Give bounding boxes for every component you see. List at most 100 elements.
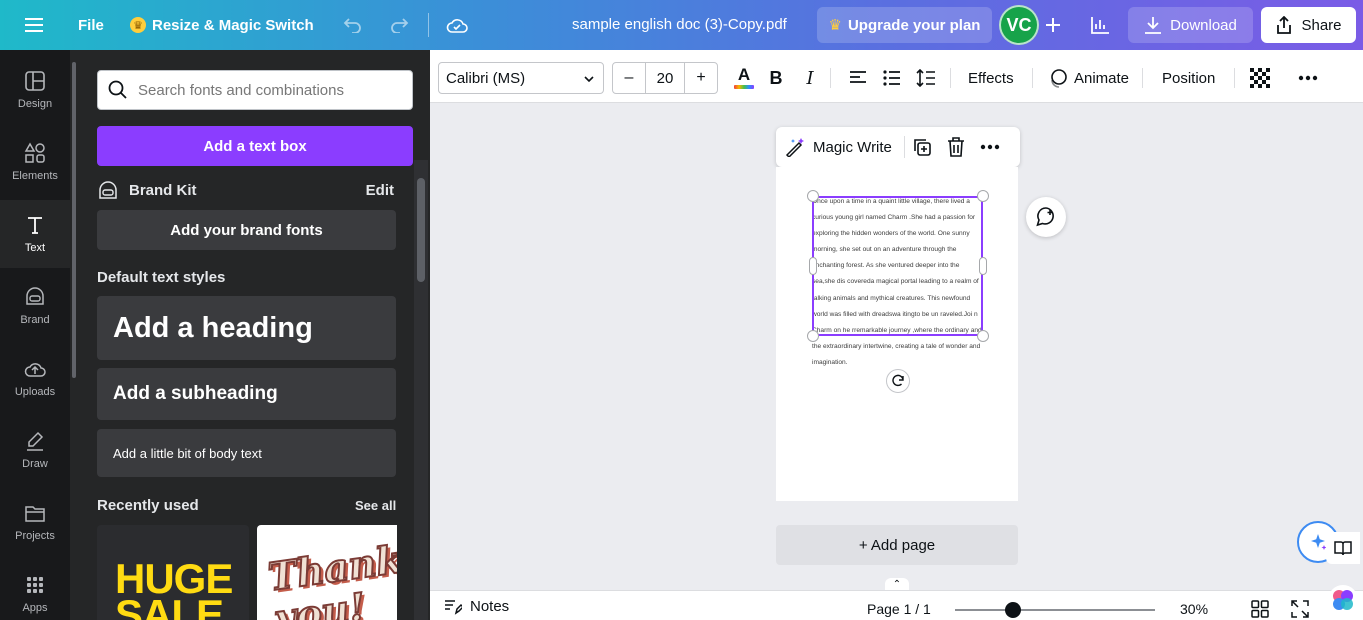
book-icon[interactable] xyxy=(1326,532,1360,564)
font-search-input[interactable] xyxy=(138,81,398,99)
topbar-divider xyxy=(428,13,429,37)
cloud-saved-icon[interactable] xyxy=(439,7,475,43)
recently-used-heading: Recently used xyxy=(97,497,199,514)
page-indicator[interactable]: Page 1 / 1 xyxy=(867,601,931,617)
brand-kit-row: Brand Kit Edit xyxy=(97,178,397,202)
effects-button[interactable]: Effects xyxy=(960,62,1022,94)
scrollbar-thumb[interactable] xyxy=(417,178,425,282)
delete-icon[interactable] xyxy=(939,137,973,157)
font-family-value: Calibri (MS) xyxy=(446,69,526,87)
line-spacing-icon[interactable] xyxy=(912,62,940,94)
rail-label: Text xyxy=(24,242,46,254)
add-comment-icon[interactable] xyxy=(1026,197,1066,237)
chevron-right-icon[interactable]: › xyxy=(380,588,402,612)
rail-item-brand[interactable]: Brand xyxy=(0,272,70,340)
crown-icon: ♛ xyxy=(828,17,842,34)
chevron-down-icon xyxy=(584,76,594,83)
resize-handle[interactable] xyxy=(977,190,989,202)
font-family-dropdown[interactable]: Calibri (MS) xyxy=(438,62,604,94)
search-icon xyxy=(108,80,127,99)
magic-write-button[interactable]: Magic Write xyxy=(776,137,904,157)
chevron-up-icon[interactable]: ⌃ xyxy=(885,578,909,590)
analytics-icon[interactable] xyxy=(1080,7,1120,43)
add-brand-fonts-button[interactable]: Add your brand fonts xyxy=(97,210,396,250)
resize-handle[interactable] xyxy=(809,257,817,275)
zoom-slider-thumb[interactable] xyxy=(1005,602,1021,618)
more-options-icon[interactable] xyxy=(973,144,1007,150)
download-icon xyxy=(1145,17,1162,34)
share-button[interactable]: Share xyxy=(1261,7,1356,43)
decrease-font-size-button[interactable]: – xyxy=(613,63,645,93)
rail-item-projects[interactable]: Projects xyxy=(0,488,70,556)
toolbar-divider xyxy=(1142,68,1143,88)
more-options-icon[interactable] xyxy=(1294,62,1322,94)
add-heading-button[interactable]: Add a heading xyxy=(97,296,396,360)
add-collaborator-icon[interactable] xyxy=(1038,7,1068,43)
download-label: Download xyxy=(1170,16,1237,34)
magic-write-label: Magic Write xyxy=(813,138,892,156)
animate-label: Animate xyxy=(1074,69,1130,87)
see-all-link[interactable]: See all xyxy=(355,498,396,513)
add-body-text-button[interactable]: Add a little bit of body text xyxy=(97,429,396,477)
redo-icon[interactable] xyxy=(381,7,417,43)
add-subheading-button[interactable]: Add a subheading xyxy=(97,368,396,420)
font-search-box[interactable] xyxy=(97,70,413,110)
toolbar-divider xyxy=(1234,68,1235,88)
magic-wand-icon xyxy=(785,138,804,157)
rotate-icon[interactable] xyxy=(886,369,910,393)
crown-icon: ♛ xyxy=(130,17,146,33)
top-bar: File ♛ Resize & Magic Switch sample engl… xyxy=(0,0,1363,50)
panel-scrollbar[interactable] xyxy=(414,160,428,620)
rail-label: Brand xyxy=(20,314,50,326)
zoom-slider[interactable] xyxy=(955,609,1155,611)
font-size-input[interactable]: 20 xyxy=(645,63,685,93)
rail-label: Design xyxy=(17,98,53,110)
rail-item-uploads[interactable]: Uploads xyxy=(0,344,70,412)
rail-item-design[interactable]: Design xyxy=(0,56,70,124)
upgrade-plan-button[interactable]: ♛ Upgrade your plan xyxy=(817,7,992,43)
brand-kit-edit-link[interactable]: Edit xyxy=(366,182,394,199)
resize-handle[interactable] xyxy=(807,190,819,202)
draw-icon xyxy=(27,431,44,451)
rail-label: Apps xyxy=(22,602,48,614)
rail-label: Uploads xyxy=(14,386,56,398)
resize-handle[interactable] xyxy=(807,330,819,342)
fullscreen-icon[interactable] xyxy=(1291,600,1309,620)
text-color-button[interactable]: A xyxy=(730,62,758,94)
resize-handle[interactable] xyxy=(977,330,989,342)
projects-icon xyxy=(25,506,45,522)
selection-box[interactable] xyxy=(812,196,983,336)
notes-button[interactable]: Notes xyxy=(444,598,509,615)
brain-icon[interactable] xyxy=(1328,585,1358,615)
notes-icon xyxy=(445,599,462,615)
rail-label: Draw xyxy=(22,458,48,470)
duplicate-icon[interactable] xyxy=(905,137,939,157)
position-button[interactable]: Position xyxy=(1154,62,1223,94)
magic-switch-button[interactable]: ♛ Resize & Magic Switch xyxy=(122,7,322,43)
rail-item-apps[interactable]: Apps xyxy=(0,560,70,620)
zoom-level[interactable]: 30% xyxy=(1180,601,1208,617)
animate-button[interactable]: Animate xyxy=(1042,62,1135,94)
italic-button[interactable]: I xyxy=(796,62,824,94)
file-menu-button[interactable]: File xyxy=(70,7,112,43)
rail-scrollbar[interactable] xyxy=(72,62,76,378)
rail-item-elements[interactable]: Elements xyxy=(0,128,70,196)
resize-handle[interactable] xyxy=(979,257,987,275)
transparency-icon[interactable] xyxy=(1246,62,1274,94)
bullet-list-icon[interactable] xyxy=(878,62,906,94)
increase-font-size-button[interactable]: + xyxy=(685,63,717,93)
menu-icon[interactable] xyxy=(16,7,52,43)
download-button[interactable]: Download xyxy=(1128,7,1253,43)
undo-icon[interactable] xyxy=(335,7,371,43)
avatar[interactable]: VC xyxy=(999,5,1039,45)
add-text-box-button[interactable]: Add a text box xyxy=(97,126,413,166)
bold-button[interactable]: B xyxy=(762,62,790,94)
rail-item-text[interactable]: Text xyxy=(0,200,70,268)
recent-font-combo-thank-you[interactable]: Thank you! xyxy=(257,525,397,620)
grid-view-icon[interactable] xyxy=(1251,600,1269,620)
align-left-icon[interactable] xyxy=(844,62,872,94)
document-title[interactable]: sample english doc (3)-Copy.pdf xyxy=(560,7,799,43)
add-page-button[interactable]: + Add page xyxy=(776,525,1018,565)
recent-font-combo-huge-sale[interactable]: HUGE SALE xyxy=(97,525,249,620)
rail-item-draw[interactable]: Draw xyxy=(0,416,70,484)
